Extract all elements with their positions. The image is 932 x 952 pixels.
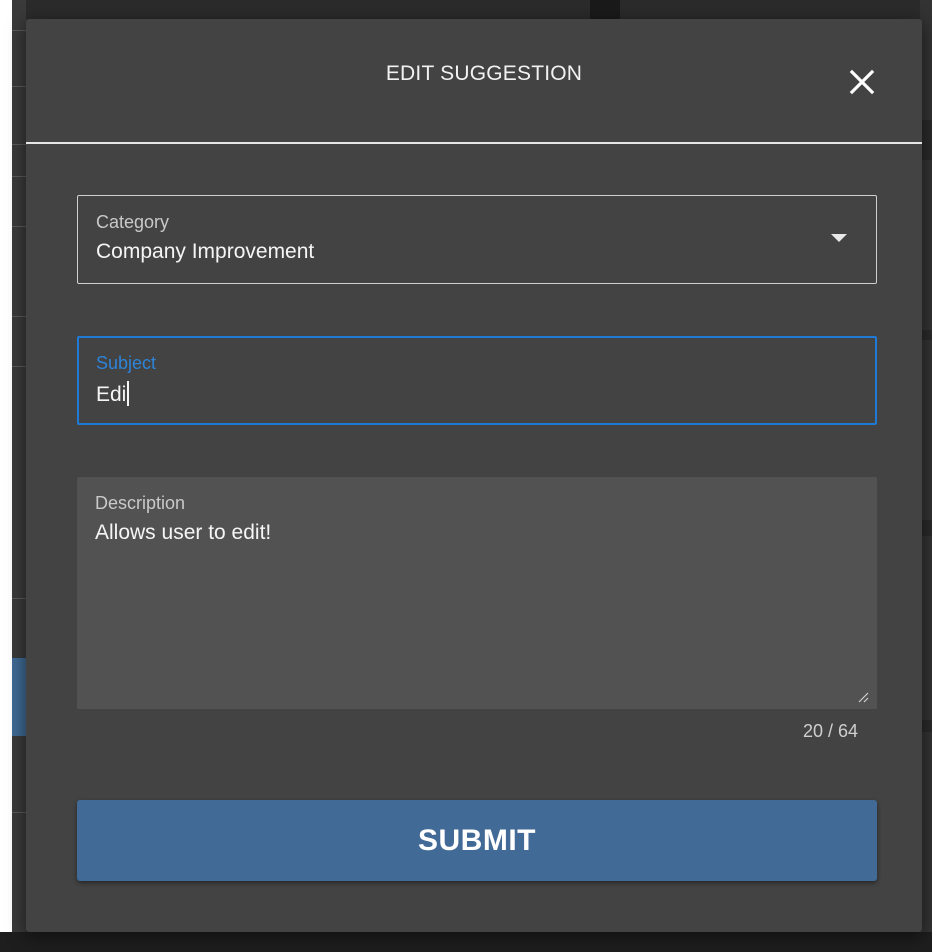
modal-title: EDIT SUGGESTION <box>385 62 583 85</box>
text-cursor <box>127 381 129 406</box>
background-bottom-strip <box>0 932 932 952</box>
close-icon <box>849 69 875 95</box>
close-button[interactable] <box>844 64 880 100</box>
category-label: Category <box>96 212 170 232</box>
subject-value: Edi <box>96 383 127 406</box>
category-select[interactable]: Category Company Improvement <box>77 195 877 284</box>
edit-suggestion-modal: EDIT SUGGESTION Category Company Improve… <box>26 19 922 932</box>
background-top-block <box>590 0 620 20</box>
header-divider <box>26 142 922 144</box>
character-counter: 20 / 64 <box>802 721 858 741</box>
background-column <box>12 0 26 952</box>
dropdown-arrow-icon[interactable] <box>831 234 847 242</box>
submit-button[interactable]: SUBMIT <box>77 800 877 881</box>
subject-input[interactable]: Subject Edi <box>77 336 877 425</box>
subject-value-wrap: Edi <box>96 381 129 407</box>
modal-header: EDIT SUGGESTION <box>26 19 922 144</box>
description-textarea[interactable]: Description Allows user to edit! <box>77 477 877 709</box>
description-value: Allows user to edit! <box>95 521 272 544</box>
background-left-edge <box>0 0 12 952</box>
resize-handle-icon[interactable] <box>857 691 869 703</box>
subject-label: Subject <box>96 353 157 373</box>
category-value: Company Improvement <box>96 240 315 263</box>
description-label: Description <box>95 493 186 513</box>
